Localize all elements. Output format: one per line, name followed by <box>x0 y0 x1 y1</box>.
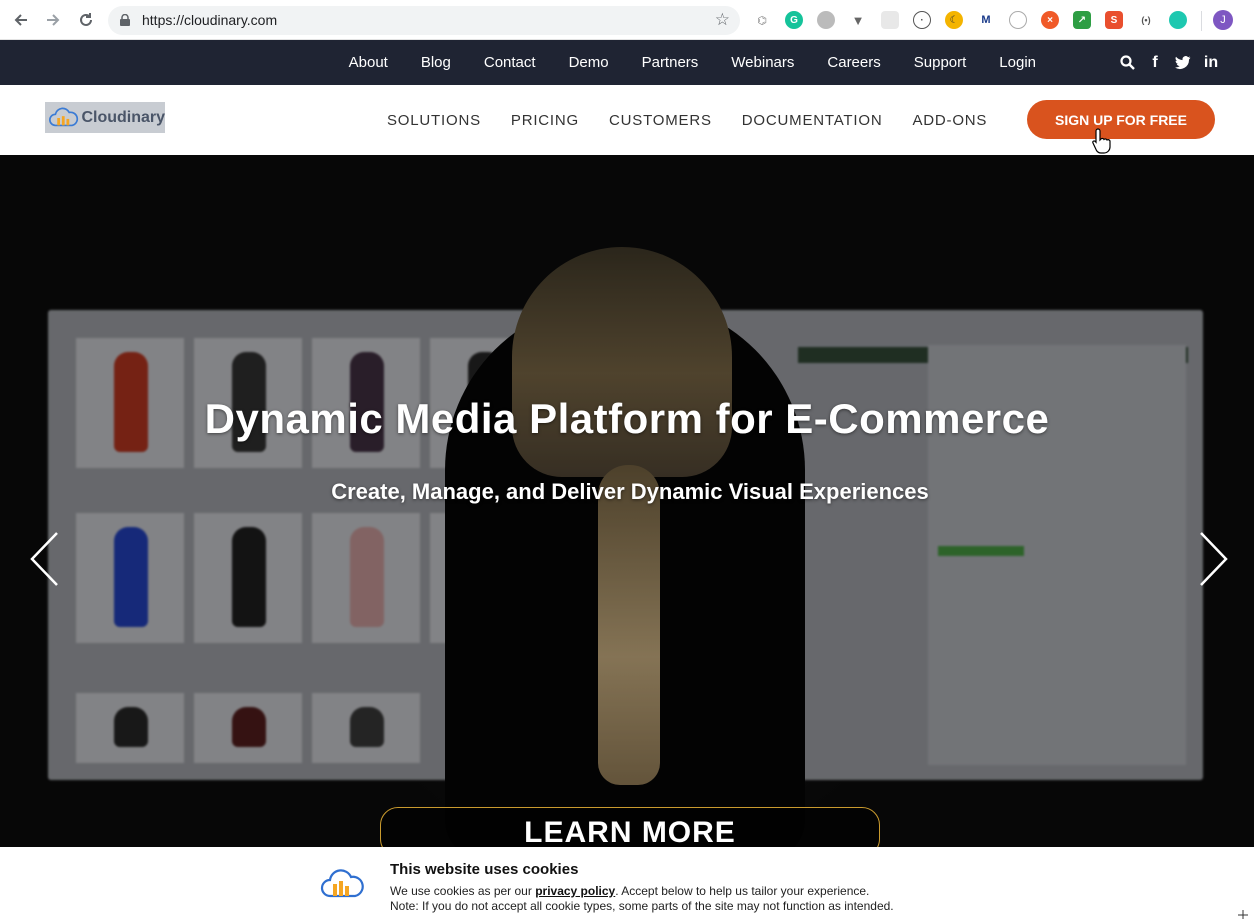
learn-more-button[interactable]: LEARN MORE <box>380 807 880 847</box>
extension-icon[interactable]: (•) <box>1137 11 1155 29</box>
extension-icon[interactable]: ↗ <box>1073 11 1091 29</box>
link-careers[interactable]: Careers <box>827 54 880 71</box>
social-icons: f in <box>1119 40 1219 85</box>
extension-icon[interactable] <box>817 11 835 29</box>
facebook-icon[interactable]: f <box>1147 54 1163 71</box>
crosshair-icon <box>1238 910 1248 919</box>
cloud-logo-icon <box>320 869 364 898</box>
hero-subtitle: Create, Manage, and Deliver Dynamic Visu… <box>331 479 929 504</box>
dark-mode-extension-icon[interactable]: ☾ <box>945 11 963 29</box>
cloudinary-logo[interactable]: Cloudinary <box>45 102 165 133</box>
link-partners[interactable]: Partners <box>642 54 699 71</box>
hand-cursor-icon <box>1092 128 1111 154</box>
extension-icon[interactable]: · <box>913 11 931 29</box>
address-bar[interactable]: https://cloudinary.com ☆ <box>108 6 740 35</box>
logo-text: Cloudinary <box>81 108 165 126</box>
toolbar-divider <box>1201 11 1202 31</box>
grammarly-extension-icon[interactable]: G <box>785 11 803 29</box>
cookie-title: This website uses cookies <box>390 861 579 878</box>
link-demo[interactable]: Demo <box>569 54 609 71</box>
linkedin-icon[interactable]: in <box>1203 54 1219 71</box>
cookie-line1-before: We use cookies as per our <box>390 884 536 898</box>
utility-links: About Blog Contact Demo Partners Webinar… <box>349 40 1036 85</box>
vue-extension-icon[interactable]: ▼ <box>849 11 867 29</box>
menu-pricing[interactable]: PRICING <box>511 112 579 129</box>
privacy-policy-link[interactable]: privacy policy <box>535 884 615 898</box>
cookie-line1-after: . Accept below to help us tailor your ex… <box>615 884 870 898</box>
menu-solutions[interactable]: SOLUTIONS <box>387 112 481 129</box>
extension-icon[interactable]: M <box>977 11 995 29</box>
extension-icon[interactable]: × <box>1041 11 1059 29</box>
hero-title: Dynamic Media Platform for E-Commerce <box>204 395 1050 442</box>
link-blog[interactable]: Blog <box>421 54 451 71</box>
lock-icon <box>120 14 130 26</box>
main-navigation: Cloudinary SOLUTIONS PRICING CUSTOMERS D… <box>0 85 1254 155</box>
extension-icon[interactable] <box>881 11 899 29</box>
menu-customers[interactable]: CUSTOMERS <box>609 112 712 129</box>
extension-icon[interactable]: ⌬ <box>753 11 771 29</box>
reload-icon[interactable] <box>76 10 96 30</box>
search-icon[interactable] <box>1119 55 1135 71</box>
extension-icon[interactable]: S <box>1105 11 1123 29</box>
primary-menu: SOLUTIONS PRICING CUSTOMERS DOCUMENTATIO… <box>387 85 987 155</box>
cookie-banner: This website uses cookies We use cookies… <box>0 847 1254 919</box>
link-login[interactable]: Login <box>999 54 1036 71</box>
back-icon[interactable] <box>11 10 31 30</box>
link-contact[interactable]: Contact <box>484 54 536 71</box>
sign-up-button[interactable]: SIGN UP FOR FREE <box>1027 100 1215 139</box>
profile-avatar[interactable]: J <box>1213 10 1233 30</box>
carousel-prev-arrow-icon[interactable] <box>29 531 59 587</box>
forward-icon[interactable] <box>43 10 63 30</box>
browser-toolbar: https://cloudinary.com ☆ ⌬ G ▼ · ☾ M × ↗… <box>0 0 1254 40</box>
link-support[interactable]: Support <box>914 54 967 71</box>
carousel-next-arrow-icon[interactable] <box>1199 531 1229 587</box>
menu-add-ons[interactable]: ADD-ONS <box>912 112 987 129</box>
cloud-logo-icon <box>49 107 79 126</box>
bookmark-star-icon[interactable]: ☆ <box>715 11 730 28</box>
hero-carousel: Dynamic Media Platform for E-Commerce Cr… <box>0 155 1254 847</box>
utility-bar: About Blog Contact Demo Partners Webinar… <box>0 40 1254 85</box>
extension-icon[interactable] <box>1009 11 1027 29</box>
url-text[interactable]: https://cloudinary.com <box>142 12 277 28</box>
menu-documentation[interactable]: DOCUMENTATION <box>742 112 883 129</box>
twitter-icon[interactable] <box>1175 55 1191 71</box>
link-webinars[interactable]: Webinars <box>731 54 794 71</box>
extension-icon[interactable] <box>1169 11 1187 29</box>
cookie-message: We use cookies as per our privacy policy… <box>390 884 894 914</box>
cookie-line2: Note: If you do not accept all cookie ty… <box>390 899 894 913</box>
link-about[interactable]: About <box>349 54 388 71</box>
